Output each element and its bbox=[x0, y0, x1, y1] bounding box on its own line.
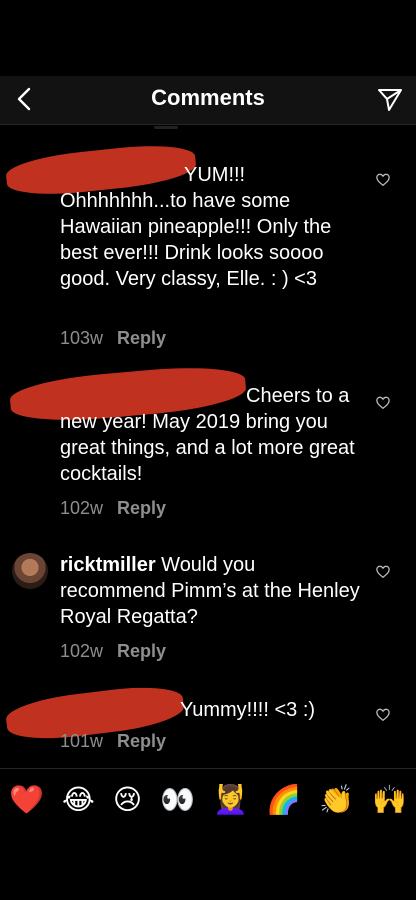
heart-icon[interactable] bbox=[376, 565, 390, 579]
comments-header: Comments bbox=[0, 76, 416, 125]
comment-username[interactable]: ricktmiller bbox=[60, 554, 156, 576]
paper-plane-icon bbox=[378, 89, 402, 111]
comment-meta: 101w Reply bbox=[60, 731, 166, 752]
comment-body: Cheers to a new year! May 2019 bring you… bbox=[60, 385, 355, 485]
share-button[interactable] bbox=[376, 85, 404, 113]
heart-icon[interactable] bbox=[376, 708, 390, 722]
comment-time: 102w bbox=[60, 641, 104, 661]
tears-of-joy-emoji-button[interactable]: 😂 bbox=[62, 783, 95, 816]
comment-text: YUM!!! Ohhhhhhh...to have some Hawaiian … bbox=[60, 162, 360, 292]
comment-time: 101w bbox=[60, 731, 104, 751]
comment-body: Yummy!!!! <3 :) bbox=[180, 699, 316, 721]
reply-button[interactable]: Reply bbox=[117, 498, 166, 518]
comment-meta: 102w Reply bbox=[60, 498, 166, 519]
rainbow-emoji-button[interactable]: 🌈 bbox=[266, 783, 301, 816]
comment-time: 102w bbox=[60, 498, 104, 518]
raising-hands-emoji-button[interactable]: 🙌 bbox=[372, 783, 407, 816]
reply-button[interactable]: Reply bbox=[117, 731, 166, 751]
clapping-hands-emoji-button[interactable]: 👏 bbox=[319, 783, 354, 816]
reply-button[interactable]: Reply bbox=[117, 328, 166, 348]
reply-button[interactable]: Reply bbox=[117, 641, 166, 661]
comment-meta: 103w Reply bbox=[60, 328, 166, 349]
emoji-reaction-bar: ❤️ 😂 😢 👀 💆‍♀️ 🌈 👏 🙌 bbox=[0, 768, 416, 829]
comment-text: Cheers to a new year! May 2019 bring you… bbox=[60, 383, 360, 487]
heart-icon[interactable] bbox=[376, 396, 390, 410]
comment-time: 103w bbox=[60, 328, 104, 348]
comment-body: YUM!!! Ohhhhhhh...to have some Hawaiian … bbox=[60, 164, 332, 290]
avatar[interactable] bbox=[12, 553, 48, 589]
comment-text: ricktmiller Would you recommend Pimm’s a… bbox=[60, 552, 360, 630]
red-heart-emoji-button[interactable]: ❤️ bbox=[9, 783, 44, 816]
comment-text: Yummy!!!! <3 :) bbox=[60, 697, 360, 723]
scroll-indicator bbox=[154, 126, 178, 129]
crying-face-emoji-button[interactable]: 😢 bbox=[113, 783, 142, 816]
face-massage-emoji-button[interactable]: 💆‍♀️ bbox=[213, 783, 248, 816]
heart-icon[interactable] bbox=[376, 173, 390, 187]
eyes-emoji-button[interactable]: 👀 bbox=[160, 783, 195, 816]
page-title: Comments bbox=[151, 85, 265, 110]
comment-meta: 102w Reply bbox=[60, 641, 166, 662]
